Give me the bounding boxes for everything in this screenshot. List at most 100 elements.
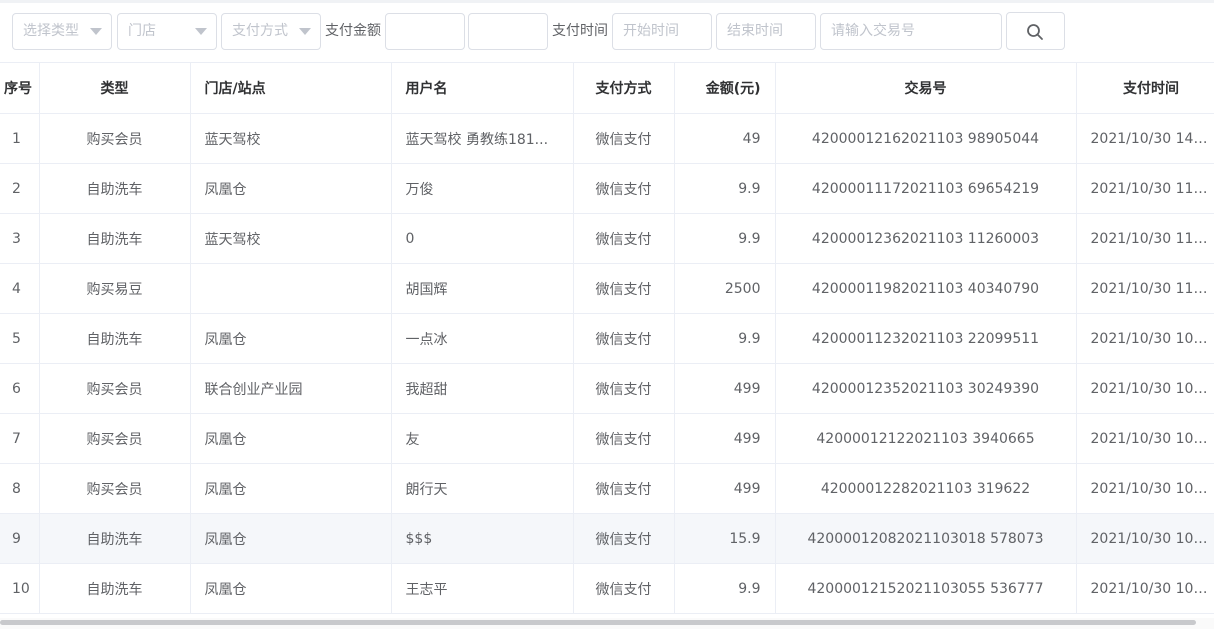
table-row[interactable]: 1 购买会员 蓝天驾校 蓝天驾校 勇教练181... 微信支付 49 42000… [0,113,1214,164]
payment-table: 序号 类型 门店/站点 用户名 支付方式 金额(元) 交易号 支付时间 1 购买… [0,62,1214,629]
cell-pay-time: 2021/10/30 10:46 [1076,313,1214,364]
table-row[interactable]: 4 购买易豆 胡国辉 微信支付 2500 42000011982021103 4… [0,263,1214,314]
cell-transaction-id: 42000011172021103 69654219 [775,163,1077,214]
cell-index: 9 [0,513,40,564]
start-time-placeholder: 开始时间 [623,23,679,39]
cell-index: 4 [0,263,40,314]
cell-amount: 9.9 [674,563,776,614]
cell-transaction-id: 42000012282021103 319622 [775,463,1077,514]
cell-amount: 9.9 [674,313,776,364]
cell-store [190,263,392,314]
cell-pay-time: 2021/10/30 11:47 [1076,263,1214,314]
start-time-input[interactable]: 开始时间 [612,13,712,50]
cell-pay-method: 微信支付 [573,313,675,364]
cell-username: 蓝天驾校 勇教练181... [391,113,574,164]
table-row[interactable]: 7 购买会员 凤凰仓 友 微信支付 499 42000012122021103 … [0,413,1214,464]
cell-transaction-id: 42000012162021103 98905044 [775,113,1077,164]
cell-username: 我超甜 [391,363,574,414]
cell-store: 凤凰仓 [190,463,392,514]
end-time-input[interactable]: 结束时间 [716,13,816,50]
cell-index: 10 [0,563,40,614]
cell-transaction-id: 42000012122021103 3940665 [775,413,1077,464]
cell-index: 7 [0,413,40,464]
cell-amount: 15.9 [674,513,776,564]
column-header-type[interactable]: 类型 [39,62,191,114]
cell-transaction-id: 42000011232021103 22099511 [775,313,1077,364]
column-header-transaction-id[interactable]: 交易号 [775,62,1077,114]
cell-username: 朗行天 [391,463,574,514]
cell-store: 凤凰仓 [190,513,392,564]
cell-amount: 2500 [674,263,776,314]
cell-transaction-id: 42000012352021103 30249390 [775,363,1077,414]
cell-type: 购买会员 [39,113,191,164]
time-label: 支付时间 [552,23,608,39]
type-select[interactable]: 选择类型 [12,13,112,50]
cell-index: 5 [0,313,40,364]
table-row[interactable]: 3 自助洗车 蓝天驾校 0 微信支付 9.9 42000012362021103… [0,213,1214,264]
store-select[interactable]: 门店 [117,13,217,50]
cell-amount: 9.9 [674,163,776,214]
cell-pay-time: 2021/10/30 11:49 [1076,163,1214,214]
payment-table-grid: 序号 类型 门店/站点 用户名 支付方式 金额(元) 交易号 支付时间 1 购买… [0,62,1214,614]
amount-min-input[interactable] [385,13,465,50]
cell-index: 6 [0,363,40,414]
payment-records-page: 选择类型 门店 支付方式 支付金额 支付时间 开始时间 结束时间 请输入交易号 [0,0,1214,629]
transaction-id-placeholder: 请输入交易号 [831,23,915,39]
cell-pay-time: 2021/10/30 10:17 [1076,413,1214,464]
cell-pay-method: 微信支付 [573,463,675,514]
cell-username: $$$ [391,513,574,564]
cell-type: 自助洗车 [39,513,191,564]
table-row[interactable]: 6 购买会员 联合创业产业园 我超甜 微信支付 499 420000123520… [0,363,1214,414]
cell-username: 0 [391,213,574,264]
pay-method-select-placeholder: 支付方式 [232,23,288,39]
cell-type: 自助洗车 [39,563,191,614]
cell-pay-method: 微信支付 [573,563,675,614]
cell-transaction-id: 42000012152021103055 536777 [775,563,1077,614]
table-row[interactable]: 5 自助洗车 凤凰仓 一点冰 微信支付 9.9 4200001123202110… [0,313,1214,364]
cell-transaction-id: 42000011982021103 40340790 [775,263,1077,314]
cell-store: 凤凰仓 [190,313,392,364]
cell-pay-method: 微信支付 [573,363,675,414]
cell-index: 1 [0,113,40,164]
table-row[interactable]: 9 自助洗车 凤凰仓 $$$ 微信支付 15.9 420000120820211… [0,513,1214,564]
cell-pay-method: 微信支付 [573,163,675,214]
cell-amount: 9.9 [674,213,776,264]
column-header-store[interactable]: 门店/站点 [190,62,392,114]
table-header-row: 序号 类型 门店/站点 用户名 支付方式 金额(元) 交易号 支付时间 [0,62,1214,114]
table-row[interactable]: 8 购买会员 凤凰仓 朗行天 微信支付 499 4200001228202110… [0,463,1214,514]
cell-transaction-id: 42000012362021103 11260003 [775,213,1077,264]
amount-max-input[interactable] [468,13,548,50]
cell-amount: 499 [674,463,776,514]
transaction-id-input[interactable]: 请输入交易号 [820,13,1002,50]
search-button[interactable] [1006,12,1065,50]
cell-store: 联合创业产业园 [190,363,392,414]
cell-pay-time: 2021/10/30 10:15 [1076,463,1214,514]
table-row[interactable]: 10 自助洗车 凤凰仓 王志平 微信支付 9.9 420000121520211… [0,563,1214,614]
store-select-placeholder: 门店 [128,23,156,39]
cell-pay-method: 微信支付 [573,513,675,564]
type-select-placeholder: 选择类型 [23,23,79,39]
cell-username: 胡国辉 [391,263,574,314]
cell-amount: 49 [674,113,776,164]
cell-store: 凤凰仓 [190,563,392,614]
cell-amount: 499 [674,413,776,464]
cell-type: 自助洗车 [39,313,191,364]
cell-transaction-id: 42000012082021103018 578073 [775,513,1077,564]
cell-username: 一点冰 [391,313,574,364]
column-header-pay-method[interactable]: 支付方式 [573,62,675,114]
table-row[interactable]: 2 自助洗车 凤凰仓 万俊 微信支付 9.9 42000011172021103… [0,163,1214,214]
cell-store: 蓝天驾校 [190,213,392,264]
amount-label: 支付金额 [325,23,381,39]
column-header-amount[interactable]: 金额(元) [674,62,776,114]
cell-store: 蓝天驾校 [190,113,392,164]
cell-store: 凤凰仓 [190,163,392,214]
column-header-pay-time[interactable]: 支付时间 [1076,62,1214,114]
horizontal-scrollbar[interactable] [0,620,1196,625]
cell-pay-time: 2021/10/30 14:06 [1076,113,1214,164]
cell-pay-method: 微信支付 [573,413,675,464]
cell-amount: 499 [674,363,776,414]
column-header-index[interactable]: 序号 [0,62,40,114]
column-header-username[interactable]: 用户名 [391,62,574,114]
pay-method-select[interactable]: 支付方式 [221,13,321,50]
cell-pay-method: 微信支付 [573,263,675,314]
